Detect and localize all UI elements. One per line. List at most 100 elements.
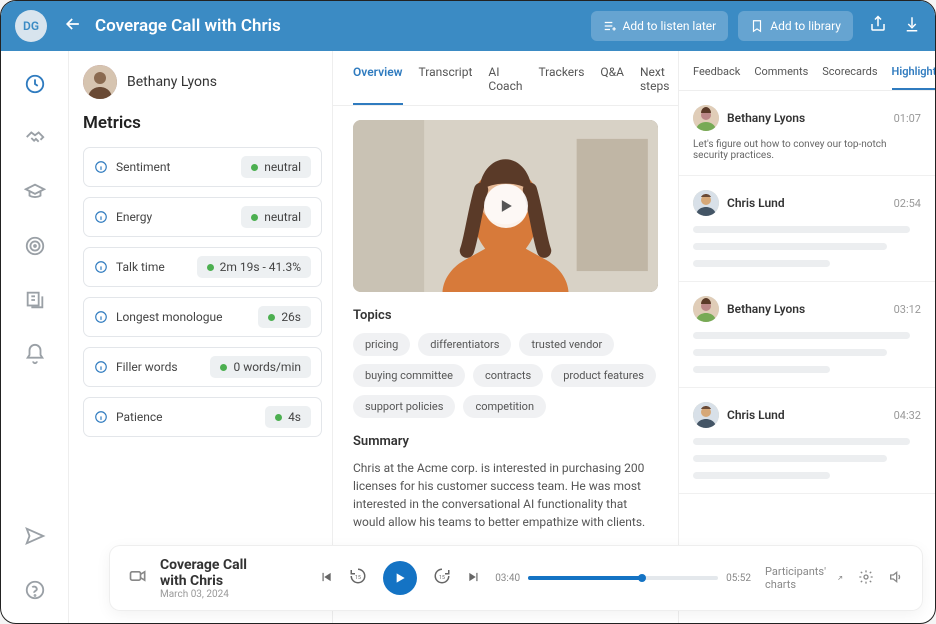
user-avatar[interactable]: DG (15, 10, 47, 42)
metric-label: Longest monologue (116, 310, 258, 324)
player-date: March 03, 2024 (160, 589, 268, 600)
metric-value-pill: 0 words/min (210, 356, 311, 378)
metric-row: Talk time 2m 19s - 41.3% (83, 247, 322, 287)
metric-row: Longest monologue 26s (83, 297, 322, 337)
topic-chip[interactable]: support policies (353, 395, 455, 418)
participants-charts-label: Participants' charts (765, 565, 830, 591)
forward-15-icon[interactable]: 15 (433, 567, 451, 589)
info-icon[interactable] (94, 210, 108, 224)
player-duration: 05:52 (726, 573, 751, 584)
info-icon[interactable] (94, 260, 108, 274)
add-to-library-button[interactable]: Add to library (738, 11, 853, 41)
nav-clock-icon[interactable] (24, 73, 46, 99)
timeline-item[interactable]: Chris Lund 02:54 (679, 176, 935, 282)
nav-bell-icon[interactable] (24, 343, 46, 369)
rewind-15-icon[interactable]: 15 (349, 567, 367, 589)
tab-ai-coach[interactable]: AI Coach (488, 65, 522, 105)
presenter-avatar (83, 65, 117, 99)
topic-chip[interactable]: competition (463, 395, 546, 418)
speaker-name: Bethany Lyons (727, 302, 886, 316)
info-icon[interactable] (94, 360, 108, 374)
speaker-name: Chris Lund (727, 196, 886, 210)
metric-label: Energy (116, 210, 241, 224)
info-icon[interactable] (94, 160, 108, 174)
skeleton-line (693, 472, 830, 479)
play-button[interactable] (383, 561, 417, 595)
timeline-item[interactable]: Chris Lund 04:32 (679, 388, 935, 494)
add-to-listen-later-label: Add to listen later (623, 19, 717, 33)
speaker-name: Bethany Lyons (727, 111, 886, 125)
share-icon[interactable] (869, 15, 887, 37)
tab-overview[interactable]: Overview (353, 65, 403, 105)
tab-next-steps[interactable]: Next steps (640, 65, 669, 105)
main-body: Bethany Lyons Metrics Sentiment neutral … (1, 51, 935, 623)
volume-icon[interactable] (888, 569, 904, 588)
tab-transcript[interactable]: Transcript (419, 65, 473, 105)
topic-chip[interactable]: contracts (473, 364, 543, 387)
speaker-avatar (693, 402, 719, 428)
skeleton-line (693, 349, 887, 356)
status-dot (275, 414, 282, 421)
progress-bar[interactable] (528, 576, 718, 580)
timeline-item[interactable]: Bethany Lyons 01:07 Let's figure out how… (679, 91, 935, 176)
app-header: DG Coverage Call with Chris Add to liste… (1, 1, 935, 51)
metric-label: Sentiment (116, 160, 241, 174)
nav-send-icon[interactable] (24, 525, 46, 551)
info-icon[interactable] (94, 310, 108, 324)
nav-library-icon[interactable] (24, 289, 46, 315)
video-preview[interactable] (353, 120, 658, 292)
add-to-library-label: Add to library (770, 19, 841, 33)
timestamp: 02:54 (894, 197, 921, 210)
topic-chip[interactable]: pricing (353, 333, 410, 356)
skeleton-line (693, 455, 887, 462)
metrics-list: Sentiment neutral Energy neutral Talk ti… (83, 147, 322, 447)
status-dot (268, 314, 275, 321)
topic-chip[interactable]: trusted vendor (519, 333, 614, 356)
metric-row: Filler words 0 words/min (83, 347, 322, 387)
nav-target-icon[interactable] (24, 235, 46, 261)
back-button[interactable] (63, 14, 83, 38)
add-to-listen-later-button[interactable]: Add to listen later (591, 11, 729, 41)
right-tab-highlight[interactable]: Highlight (892, 65, 935, 90)
topic-chip[interactable]: product features (551, 364, 656, 387)
timeline-list: Bethany Lyons 01:07 Let's figure out how… (679, 91, 935, 623)
skeleton-line (693, 243, 887, 250)
participants-charts-button[interactable]: Participants' charts (765, 565, 844, 591)
skeleton-line (693, 260, 830, 267)
center-tabs: Overview Transcript AI Coach Trackers Q&A Nex… (333, 51, 678, 106)
status-dot (251, 214, 258, 221)
nav-handshake-icon[interactable] (24, 127, 46, 153)
right-panel: Feedback Comments Scorecards Highlight Beth… (679, 51, 935, 623)
skeleton-line (693, 366, 830, 373)
right-tab-comments[interactable]: Comments (754, 65, 808, 90)
metric-label: Filler words (116, 360, 210, 374)
nav-graduation-icon[interactable] (24, 181, 46, 207)
speaker-avatar (693, 190, 719, 216)
svg-text:15: 15 (355, 575, 361, 581)
player-controls: 15 15 (319, 561, 481, 595)
right-tabs: Feedback Comments Scorecards Highlight (679, 51, 935, 91)
settings-icon[interactable] (858, 569, 874, 588)
nav-help-icon[interactable] (24, 579, 46, 605)
metric-value-pill: 26s (258, 306, 311, 328)
tab-q-a[interactable]: Q&A (600, 65, 624, 105)
metric-value: neutral (264, 160, 301, 174)
timestamp: 03:12 (894, 303, 921, 316)
next-track-icon[interactable] (467, 569, 481, 588)
download-icon[interactable] (903, 15, 921, 37)
info-icon[interactable] (94, 410, 108, 424)
topic-chip[interactable]: buying committee (353, 364, 465, 387)
play-icon[interactable] (484, 184, 528, 228)
timeline-text: Let's figure out how to convey our top-n… (693, 139, 921, 161)
metric-value: 26s (281, 310, 301, 324)
topic-chip[interactable]: differentiators (418, 333, 511, 356)
left-panel: Bethany Lyons Metrics Sentiment neutral … (69, 51, 333, 623)
timestamp: 04:32 (894, 409, 921, 422)
right-tab-feedback[interactable]: Feedback (693, 65, 740, 90)
tab-trackers[interactable]: Trackers (538, 65, 584, 105)
metric-value: 0 words/min (233, 360, 301, 374)
previous-track-icon[interactable] (319, 569, 333, 588)
right-tab-scorecards[interactable]: Scorecards (822, 65, 877, 90)
timeline-item[interactable]: Bethany Lyons 03:12 (679, 282, 935, 388)
player-current-time: 03:40 (495, 573, 520, 584)
